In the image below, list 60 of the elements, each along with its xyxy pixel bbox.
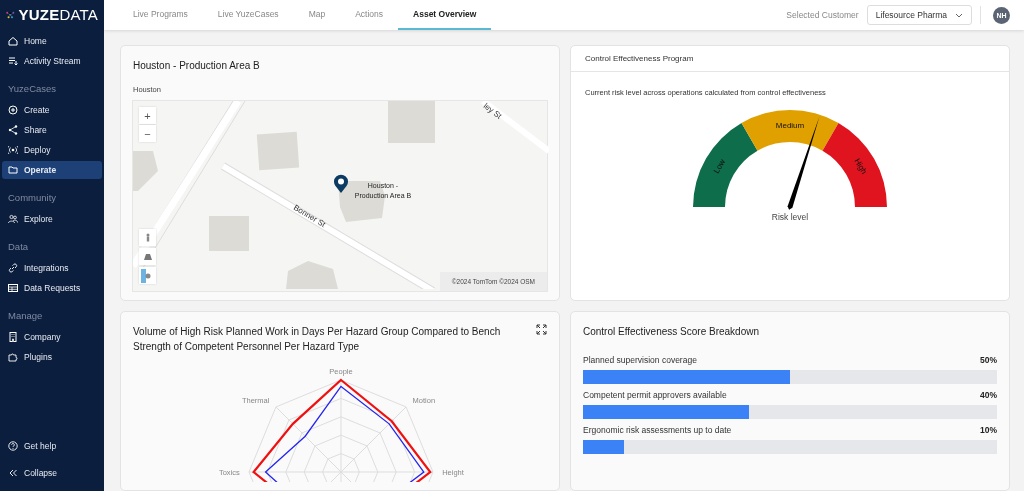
street-view-button[interactable] [139, 229, 156, 246]
home-icon [8, 36, 18, 46]
tab[interactable]: Asset Overview [398, 0, 492, 30]
score-label: Ergonomic risk assessments up to date [583, 425, 732, 435]
tab[interactable]: Map [293, 0, 341, 30]
nav-item[interactable]: Home [2, 32, 102, 50]
person-icon [144, 233, 151, 242]
broadcast-icon [8, 145, 18, 155]
tilt-button[interactable] [139, 248, 156, 265]
double-chevron-left-icon [8, 468, 18, 478]
score-value: 10% [980, 425, 997, 435]
nav-item[interactable]: Plugins [2, 348, 102, 366]
nav-section-header: Community [7, 191, 58, 205]
chevron-down-icon [955, 12, 963, 18]
card-title: Houston - Production Area B [132, 59, 261, 73]
nav-item[interactable]: Activity Stream [2, 52, 102, 70]
list-icon [8, 56, 18, 66]
people-icon [8, 214, 18, 224]
tab[interactable]: Live Programs [118, 0, 203, 30]
card-title: Control Effectiveness Program [571, 46, 1009, 72]
nav-item[interactable]: Company [2, 328, 102, 346]
card-title: Control Effectiveness Score Breakdown [582, 325, 760, 339]
tab[interactable]: Live YuzeCases [202, 0, 294, 30]
score-label: Planned supervision coverage [583, 355, 697, 365]
table-icon [8, 283, 18, 293]
logo-text: YUZEDATA [18, 6, 98, 23]
card-title: Volume of High Risk Planned Work in Days Per Hazard Group Compared to Bench Strength of Competent Personnel Per Hazard Type [132, 325, 502, 354]
expand-icon [536, 324, 547, 335]
nav-section-header: Data [7, 240, 30, 254]
plus-circle-icon [8, 105, 18, 115]
nav-section-header: Manage [7, 309, 44, 323]
customer-dropdown[interactable]: Lifesource Pharma [866, 5, 972, 25]
zoom-out-button[interactable]: − [139, 125, 156, 142]
nav-item[interactable]: Data Requests [2, 279, 102, 297]
map-style-button[interactable] [139, 267, 156, 284]
zoom-in-button[interactable]: + [139, 107, 156, 124]
customer-label: Selected Customer [786, 9, 859, 22]
nav-item[interactable]: Collapse [2, 464, 102, 482]
link-icon [8, 263, 18, 273]
nav-item[interactable]: Deploy [2, 141, 102, 159]
building-icon [8, 332, 18, 342]
help-icon [8, 441, 18, 451]
share-icon [8, 125, 18, 135]
nav-item[interactable]: Explore [2, 210, 102, 228]
gauge-segment-label: Medium [775, 121, 805, 131]
nav-item[interactable]: Operate [2, 161, 102, 179]
location-pin-icon [333, 174, 349, 194]
folder-icon [8, 165, 18, 175]
trapezoid-icon [143, 253, 152, 260]
street-label: ley St [481, 101, 504, 121]
gauge-caption: Risk level [771, 212, 809, 222]
score-label: Competent permit approvers available [583, 390, 727, 400]
nav-item[interactable]: Share [2, 121, 102, 139]
nav-section-header: YuzeCases [7, 82, 58, 96]
nav-item[interactable]: Get help [2, 437, 102, 455]
score-value: 40% [980, 390, 997, 400]
nav-item[interactable]: Create [2, 101, 102, 119]
tab[interactable]: Actions [340, 0, 399, 30]
score-value: 50% [980, 355, 997, 365]
nav-item[interactable]: Integrations [2, 259, 102, 277]
